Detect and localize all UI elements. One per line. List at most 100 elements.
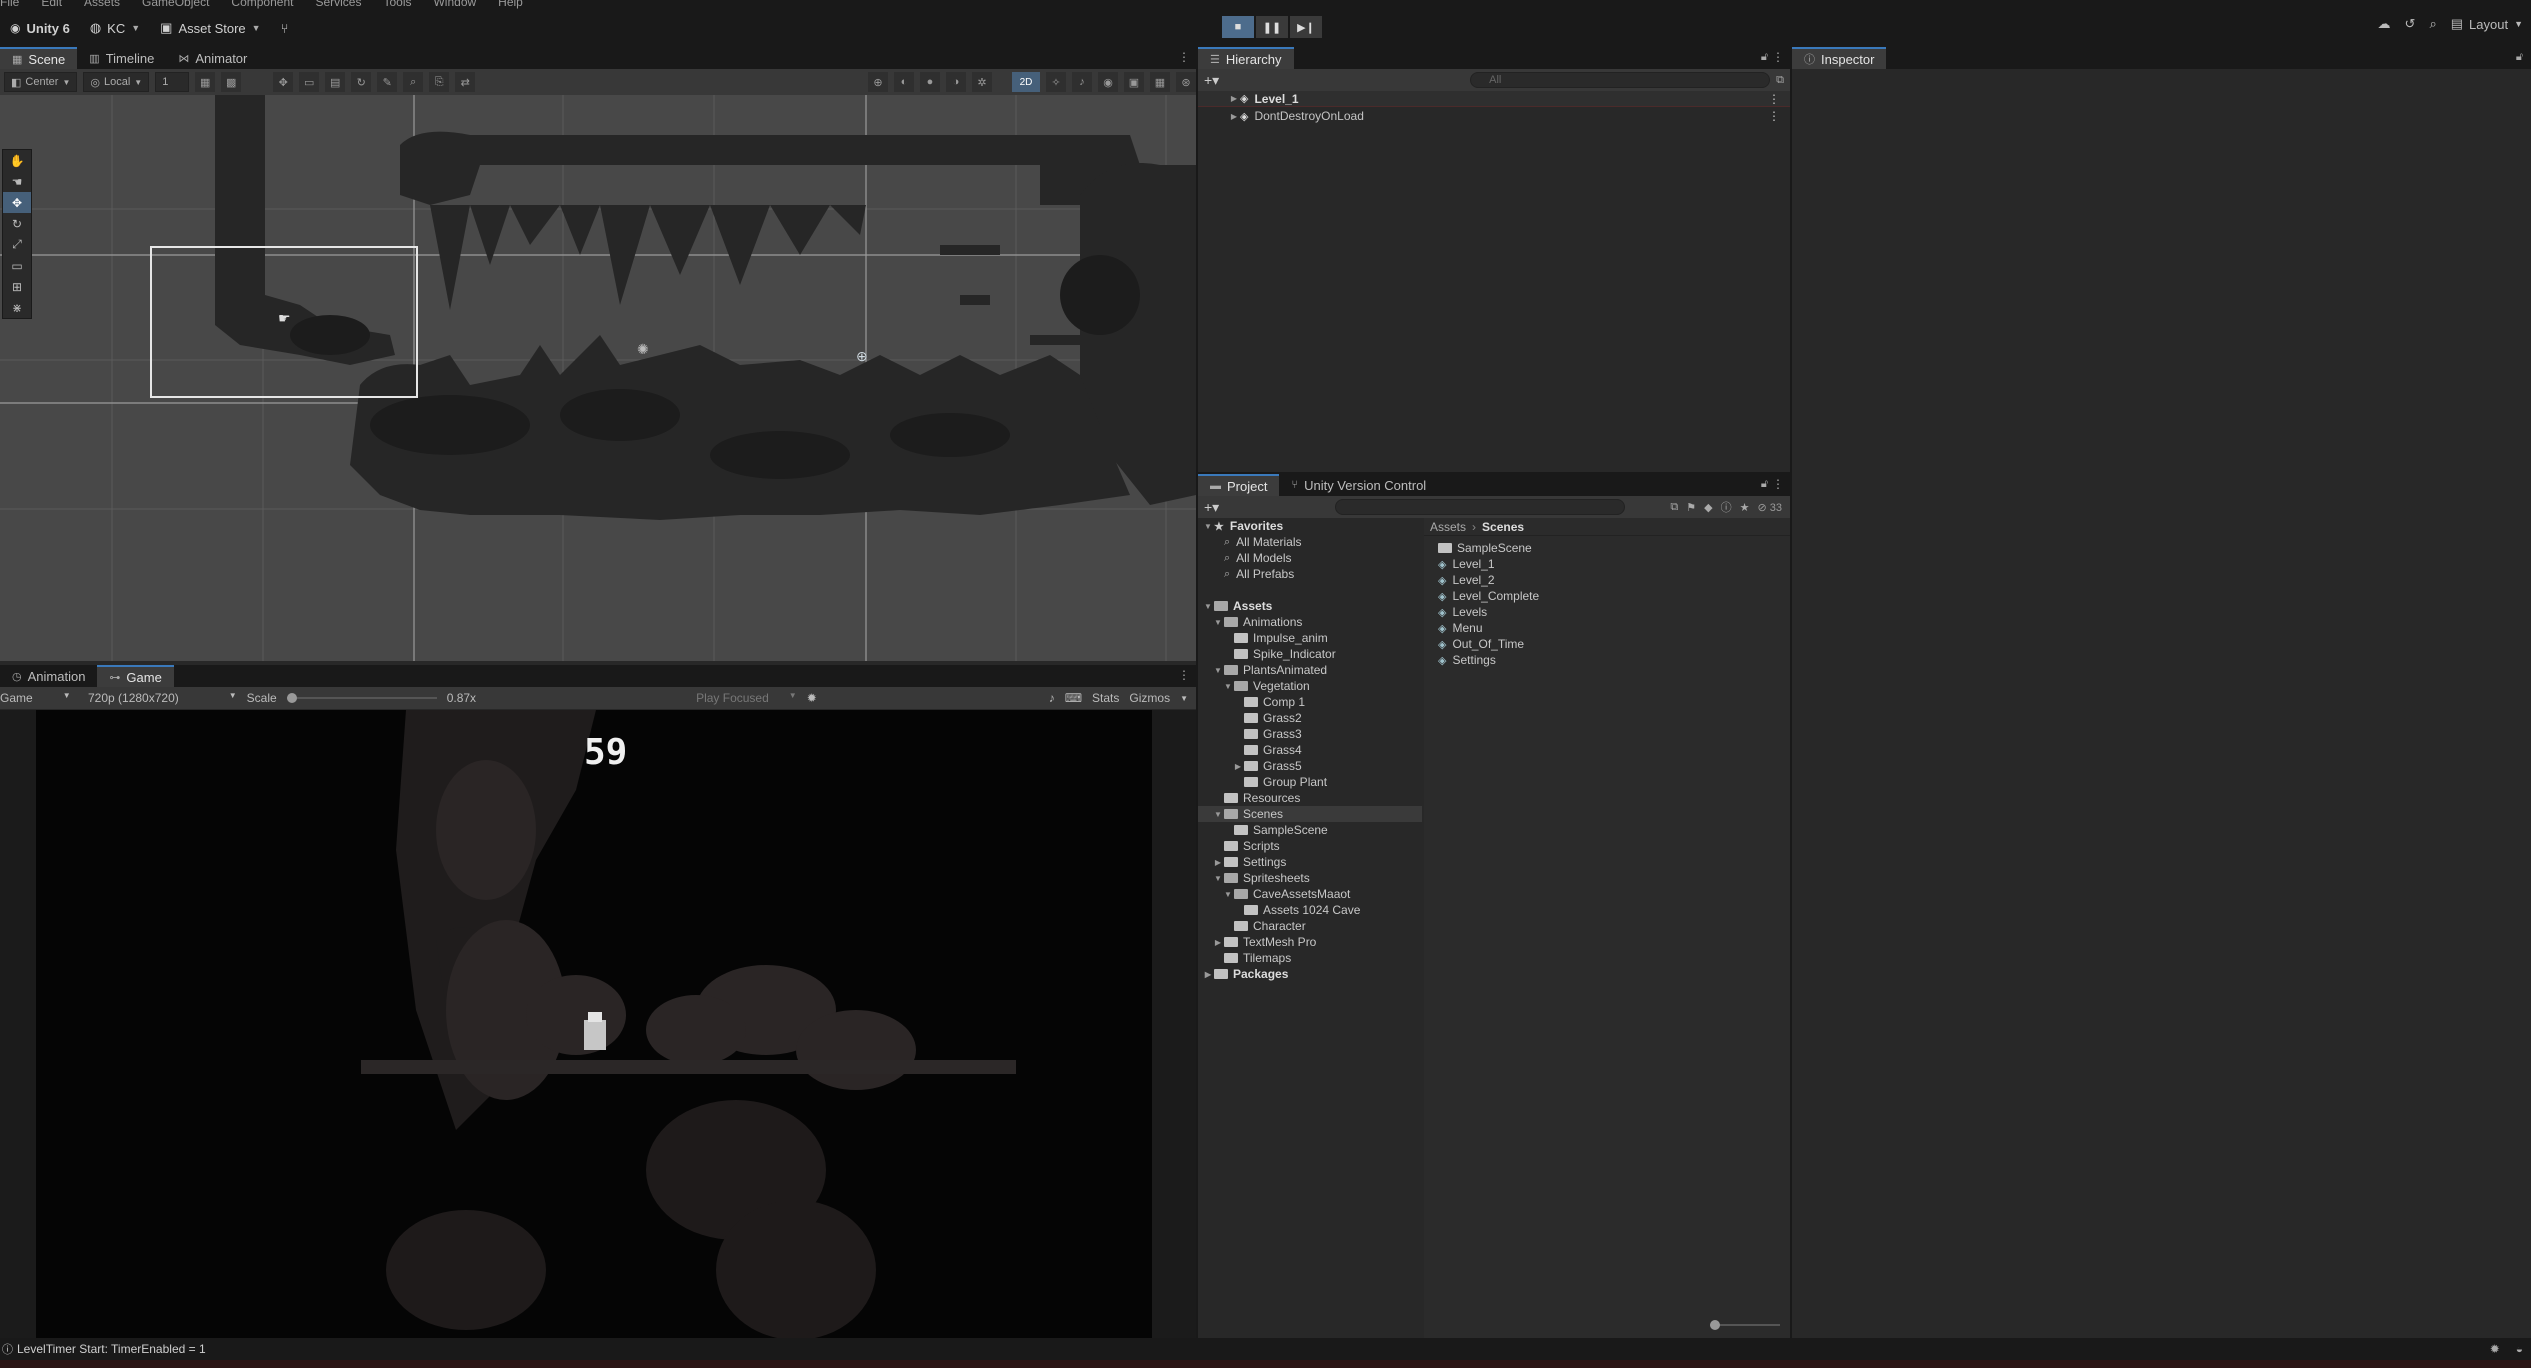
scale-slider-handle[interactable] bbox=[286, 693, 297, 703]
menu-item-window[interactable]: Window bbox=[433, 0, 476, 9]
tree-item[interactable]: Comp 1 bbox=[1198, 694, 1422, 710]
file-item[interactable]: SampleScene bbox=[1424, 540, 1790, 556]
menu-item-help[interactable]: Help bbox=[498, 0, 523, 9]
menu-item-component[interactable]: Component bbox=[231, 0, 293, 9]
tree-item[interactable]: Grass3 bbox=[1198, 726, 1422, 742]
menu-item-file[interactable]: File bbox=[0, 0, 19, 9]
search-icon[interactable]: ⌕ bbox=[2429, 16, 2436, 32]
panel-menu-icon[interactable]: ⋮ bbox=[1772, 477, 1784, 491]
tab-animator[interactable]: ⋈ Animator bbox=[166, 47, 259, 69]
game-viewport[interactable]: 59 bbox=[36, 710, 1152, 1338]
hierarchy-row-level1[interactable]: ▶ ◈ Level_1 ⋮ bbox=[1198, 91, 1790, 107]
rotate-tool-icon[interactable]: ↻ bbox=[351, 72, 372, 92]
bug-icon[interactable]: ✹ bbox=[2482, 1342, 2508, 1356]
tree-item[interactable]: ▼ Scenes bbox=[1198, 806, 1422, 822]
tab-scene[interactable]: ▦ Scene bbox=[0, 47, 78, 69]
expand-arrow-icon[interactable]: ▼ bbox=[1212, 618, 1224, 627]
icon-size-slider[interactable] bbox=[1710, 1320, 1780, 1330]
space-dropdown[interactable]: ◎ Local ▼ bbox=[83, 72, 150, 92]
tree-item[interactable]: ▼ Animations bbox=[1198, 614, 1422, 630]
view-tool-icon[interactable]: ✋ bbox=[3, 150, 31, 171]
icon-size-handle[interactable] bbox=[1710, 1320, 1720, 1330]
expand-arrow-icon[interactable]: ▼ bbox=[1212, 810, 1224, 819]
stamp-tool-icon[interactable]: ⎘ bbox=[429, 72, 450, 92]
expand-arrow-icon[interactable]: ▶ bbox=[1232, 762, 1244, 771]
tree-item[interactable]: Character bbox=[1198, 918, 1422, 934]
search-by-label-icon[interactable]: ⚑ bbox=[1682, 501, 1700, 514]
tree-item[interactable]: ▶ Settings bbox=[1198, 854, 1422, 870]
favorite-star-icon[interactable]: ★ bbox=[1736, 501, 1754, 514]
version-control-button[interactable]: ⑂ bbox=[271, 14, 299, 42]
tree-item[interactable]: ⌕ All Models bbox=[1198, 550, 1422, 566]
expand-arrow-icon[interactable]: ▶ bbox=[1212, 858, 1224, 867]
mode-2d-button[interactable]: 2D bbox=[1012, 72, 1040, 92]
camera-icon[interactable]: ▣ bbox=[1124, 72, 1144, 92]
scene-viewport[interactable]: ☛ ✺ ⊕ ✋ ☚ ✥ ↻ ⤢ ▭ ⊞ ⋇ bbox=[0, 95, 1196, 661]
tree-item[interactable]: Impulse_anim bbox=[1198, 630, 1422, 646]
menu-item-gameobject[interactable]: GameObject bbox=[142, 0, 209, 9]
expand-arrow-icon[interactable]: ▼ bbox=[1202, 522, 1214, 531]
file-item[interactable]: ◈ Out_Of_Time bbox=[1424, 636, 1790, 652]
tree-item[interactable]: ⌕ All Materials bbox=[1198, 534, 1422, 550]
tree-item[interactable]: Group Plant bbox=[1198, 774, 1422, 790]
stop-button[interactable]: ■ bbox=[1222, 16, 1254, 38]
scale-slider[interactable] bbox=[286, 692, 437, 704]
tag-icon[interactable]: ◆ bbox=[1700, 501, 1716, 514]
gizmos-button[interactable]: Gizmos bbox=[1129, 691, 1170, 705]
filter-icon[interactable]: ⧉ bbox=[1776, 74, 1790, 87]
file-item[interactable]: ◈ Menu bbox=[1424, 620, 1790, 636]
custom-tool-icon[interactable]: ⋇ bbox=[3, 297, 31, 318]
tree-item[interactable]: Assets 1024 Cave bbox=[1198, 902, 1422, 918]
lock-icon[interactable]: 🔓︎ bbox=[2516, 51, 2523, 64]
resolution-dropdown[interactable]: 720p (1280x720) ▼ bbox=[88, 691, 237, 705]
tree-item[interactable]: Grass2 bbox=[1198, 710, 1422, 726]
visibility-icon[interactable]: ◉ bbox=[1098, 72, 1118, 92]
cloud-icon[interactable]: ☁ bbox=[2378, 16, 2391, 32]
hierarchy-row-dontdestroy[interactable]: ▶ ◈ DontDestroyOnLoad ⋮ bbox=[1198, 108, 1790, 124]
grid-snap-icon[interactable]: ▦ bbox=[195, 72, 216, 92]
row-menu-icon[interactable]: ⋮ bbox=[1768, 109, 1790, 123]
scale-tool-icon[interactable]: ⤢ bbox=[3, 234, 31, 255]
bug-icon[interactable]: ✹ bbox=[807, 691, 817, 705]
panel-menu-icon[interactable]: ⋮ bbox=[1178, 50, 1190, 64]
file-item[interactable]: ◈ Level_2 bbox=[1424, 572, 1790, 588]
asset-store-button[interactable]: ▣ Asset Store ▼ bbox=[150, 14, 270, 42]
account-button[interactable]: ◍ KC ▼ bbox=[80, 14, 150, 42]
tree-item[interactable]: Spike_Indicator bbox=[1198, 646, 1422, 662]
breadcrumb-scenes[interactable]: Scenes bbox=[1482, 520, 1524, 534]
expand-arrow-icon[interactable]: ▼ bbox=[1202, 602, 1214, 611]
grid-visibility-icon[interactable]: ▩ bbox=[221, 72, 242, 92]
menu-item-assets[interactable]: Assets bbox=[84, 0, 120, 9]
tab-game[interactable]: ⊶ Game bbox=[97, 665, 174, 687]
tree-item[interactable]: Tilemaps bbox=[1198, 950, 1422, 966]
expand-arrow-icon[interactable]: ▼ bbox=[1212, 666, 1224, 675]
rect-tool-icon[interactable]: ▭ bbox=[3, 255, 31, 276]
lock-icon[interactable]: 🔓︎ bbox=[1761, 51, 1768, 64]
tree-item[interactable]: ▼ Assets bbox=[1198, 598, 1422, 614]
paint-tool-icon[interactable]: ✎ bbox=[377, 72, 398, 92]
history-icon[interactable]: ↺ bbox=[2405, 16, 2416, 32]
tab-inspector[interactable]: ⓘ Inspector bbox=[1792, 47, 1887, 69]
tree-item[interactable]: ▼ PlantsAnimated bbox=[1198, 662, 1422, 678]
gizmos-icon[interactable]: ⊛ bbox=[1176, 72, 1196, 92]
status-message[interactable]: LevelTimer Start: TimerEnabled = 1 bbox=[17, 1342, 206, 1356]
add-icon[interactable]: +▾ bbox=[1198, 72, 1225, 89]
rotate-tool-icon[interactable]: ↻ bbox=[3, 213, 31, 234]
project-search[interactable] bbox=[1335, 499, 1626, 515]
swap-tool-icon[interactable]: ⇄ bbox=[455, 72, 476, 92]
display-dropdown[interactable]: Game ▼ bbox=[0, 691, 78, 705]
tree-item[interactable]: ⌕ All Prefabs bbox=[1198, 566, 1422, 582]
tree-item[interactable]: ▶ Packages bbox=[1198, 966, 1422, 982]
stats-button[interactable]: Stats bbox=[1092, 691, 1119, 705]
info-icon[interactable]: ⓘ bbox=[1717, 499, 1736, 515]
tree-item[interactable]: ▼ Spritesheets bbox=[1198, 870, 1422, 886]
tree-item[interactable]: ▼ ★ Favorites bbox=[1198, 518, 1422, 534]
step-button[interactable]: ▶❙ bbox=[1290, 16, 1322, 38]
row-menu-icon[interactable]: ⋮ bbox=[1768, 92, 1790, 106]
tree-item[interactable]: Grass4 bbox=[1198, 742, 1422, 758]
progress-icon[interactable]: ◒ bbox=[2508, 1342, 2531, 1356]
expand-arrow-icon[interactable]: ▼ bbox=[1222, 890, 1234, 899]
tab-project[interactable]: ▬ Project bbox=[1198, 474, 1280, 496]
expand-arrow-icon[interactable]: ▶ bbox=[1228, 112, 1240, 121]
panel-menu-icon[interactable]: ⋮ bbox=[1178, 668, 1190, 682]
